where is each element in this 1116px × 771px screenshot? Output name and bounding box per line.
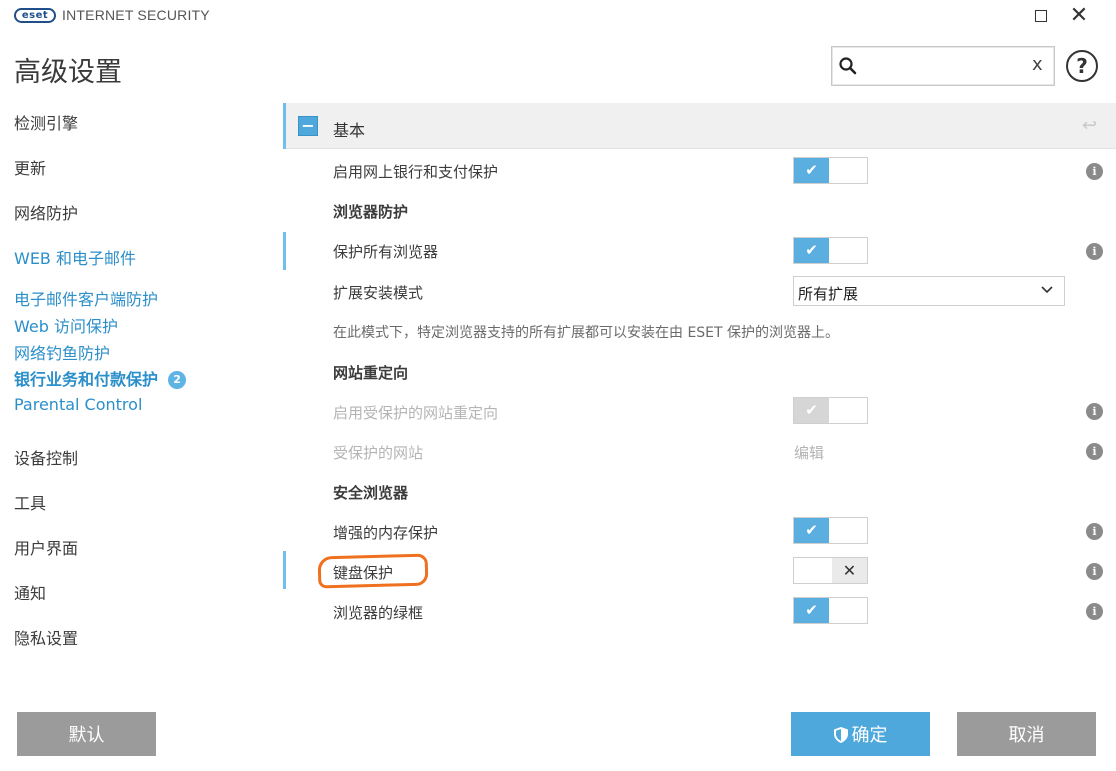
info-icon[interactable]: i bbox=[1086, 443, 1103, 460]
close-window-button[interactable]: ✕ bbox=[1066, 4, 1092, 28]
default-button[interactable]: 默认 bbox=[17, 712, 156, 756]
extension-mode-description: 在此模式下，特定浏览器支持的所有扩展都可以安装在由 ESET 保护的浏览器上。 bbox=[333, 325, 840, 341]
search-input[interactable] bbox=[862, 53, 1022, 79]
search-box: x bbox=[831, 46, 1055, 86]
sidebar-item-update[interactable]: 更新 bbox=[14, 155, 46, 179]
title-bar: eset INTERNET SECURITY ✕ bbox=[0, 0, 1116, 32]
product-name: INTERNET SECURITY bbox=[62, 7, 210, 23]
collapse-icon[interactable]: − bbox=[298, 116, 318, 136]
sidebar-item-parental-control[interactable]: Parental Control bbox=[14, 395, 142, 414]
maximize-button[interactable] bbox=[1028, 4, 1054, 28]
green-frame-label: 浏览器的绿框 bbox=[333, 604, 424, 622]
sidebar-item-user-interface[interactable]: 用户界面 bbox=[14, 535, 78, 559]
banking-protection-label: 启用网上银行和支付保护 bbox=[333, 163, 499, 181]
help-icon[interactable]: ? bbox=[1066, 50, 1098, 82]
memory-protection-toggle[interactable]: ✔ bbox=[793, 517, 868, 544]
change-marker bbox=[283, 232, 286, 270]
page-title: 高级设置 bbox=[14, 57, 122, 88]
extension-install-mode-select[interactable]: 所有扩展 bbox=[793, 276, 1065, 306]
banking-protection-toggle[interactable]: ✔ bbox=[793, 157, 868, 184]
cancel-button[interactable]: 取消 bbox=[957, 712, 1096, 756]
check-icon: ✔ bbox=[794, 238, 829, 263]
green-frame-toggle[interactable]: ✔ bbox=[793, 597, 868, 624]
chevron-down-icon bbox=[1041, 286, 1053, 294]
revert-icon[interactable]: ↩ bbox=[1082, 115, 1097, 136]
protected-redirect-label: 启用受保护的网站重定向 bbox=[333, 404, 499, 422]
edit-link[interactable]: 编辑 bbox=[794, 442, 824, 463]
close-icon: ✕ bbox=[1069, 3, 1089, 28]
protected-sites-label: 受保护的网站 bbox=[333, 444, 424, 462]
info-icon[interactable]: i bbox=[1086, 163, 1103, 180]
keyboard-protection-toggle[interactable]: ✕ bbox=[793, 557, 868, 584]
change-marker bbox=[283, 551, 286, 589]
sidebar-item-label: 银行业务和付款保护 bbox=[14, 370, 159, 389]
info-icon[interactable]: i bbox=[1086, 243, 1103, 260]
info-icon[interactable]: i bbox=[1086, 563, 1103, 580]
section-header-basic[interactable]: − 基本 ↩ bbox=[286, 103, 1116, 149]
count-badge: 2 bbox=[168, 371, 187, 389]
info-icon[interactable]: i bbox=[1086, 403, 1103, 420]
clear-search-icon[interactable]: x bbox=[1032, 54, 1043, 75]
maximize-icon bbox=[1035, 10, 1047, 22]
sidebar-item-anti-phishing[interactable]: 网络钓鱼防护 bbox=[14, 340, 110, 364]
extension-install-mode-label: 扩展安装模式 bbox=[333, 284, 424, 302]
sidebar: 检测引擎 更新 网络防护 WEB 和电子邮件 电子邮件客户端防护 Web 访问保… bbox=[0, 100, 280, 690]
browser-protection-heading: 浏览器防护 bbox=[333, 203, 409, 221]
sidebar-item-web-access-protection[interactable]: Web 访问保护 bbox=[14, 313, 118, 337]
sidebar-item-email-client-protection[interactable]: 电子邮件客户端防护 bbox=[14, 286, 158, 310]
check-icon: ✔ bbox=[794, 398, 829, 423]
eset-logo: eset bbox=[14, 8, 56, 23]
check-icon: ✔ bbox=[794, 158, 829, 183]
x-icon: ✕ bbox=[832, 558, 867, 583]
search-icon bbox=[839, 57, 857, 75]
info-icon[interactable]: i bbox=[1086, 523, 1103, 540]
ok-button[interactable]: 确定 bbox=[791, 712, 930, 756]
check-icon: ✔ bbox=[794, 598, 829, 623]
sidebar-item-web-email[interactable]: WEB 和电子邮件 bbox=[14, 245, 136, 269]
check-icon: ✔ bbox=[794, 518, 829, 543]
sidebar-item-network-protection[interactable]: 网络防护 bbox=[14, 200, 78, 224]
memory-protection-label: 增强的内存保护 bbox=[333, 524, 439, 542]
sidebar-item-privacy-settings[interactable]: 隐私设置 bbox=[14, 625, 78, 649]
secure-browser-heading: 安全浏览器 bbox=[333, 484, 409, 502]
protect-all-browsers-toggle[interactable]: ✔ bbox=[793, 237, 868, 264]
sidebar-item-tools[interactable]: 工具 bbox=[14, 490, 46, 514]
ok-button-label: 确定 bbox=[851, 725, 888, 746]
website-redirect-heading: 网站重定向 bbox=[333, 364, 409, 382]
section-title: 基本 bbox=[333, 121, 366, 140]
shield-icon bbox=[833, 727, 848, 743]
sidebar-item-notifications[interactable]: 通知 bbox=[14, 580, 46, 604]
sidebar-item-detection-engine[interactable]: 检测引擎 bbox=[14, 110, 78, 134]
annotation-highlight bbox=[317, 553, 429, 589]
sidebar-item-device-control[interactable]: 设备控制 bbox=[14, 445, 78, 469]
sidebar-item-banking-payment[interactable]: 银行业务和付款保护 2 bbox=[14, 366, 187, 390]
protected-redirect-toggle[interactable]: ✔ bbox=[793, 397, 868, 424]
info-icon[interactable]: i bbox=[1086, 603, 1103, 620]
select-value: 所有扩展 bbox=[798, 285, 859, 303]
protect-all-browsers-label: 保护所有浏览器 bbox=[333, 243, 439, 261]
